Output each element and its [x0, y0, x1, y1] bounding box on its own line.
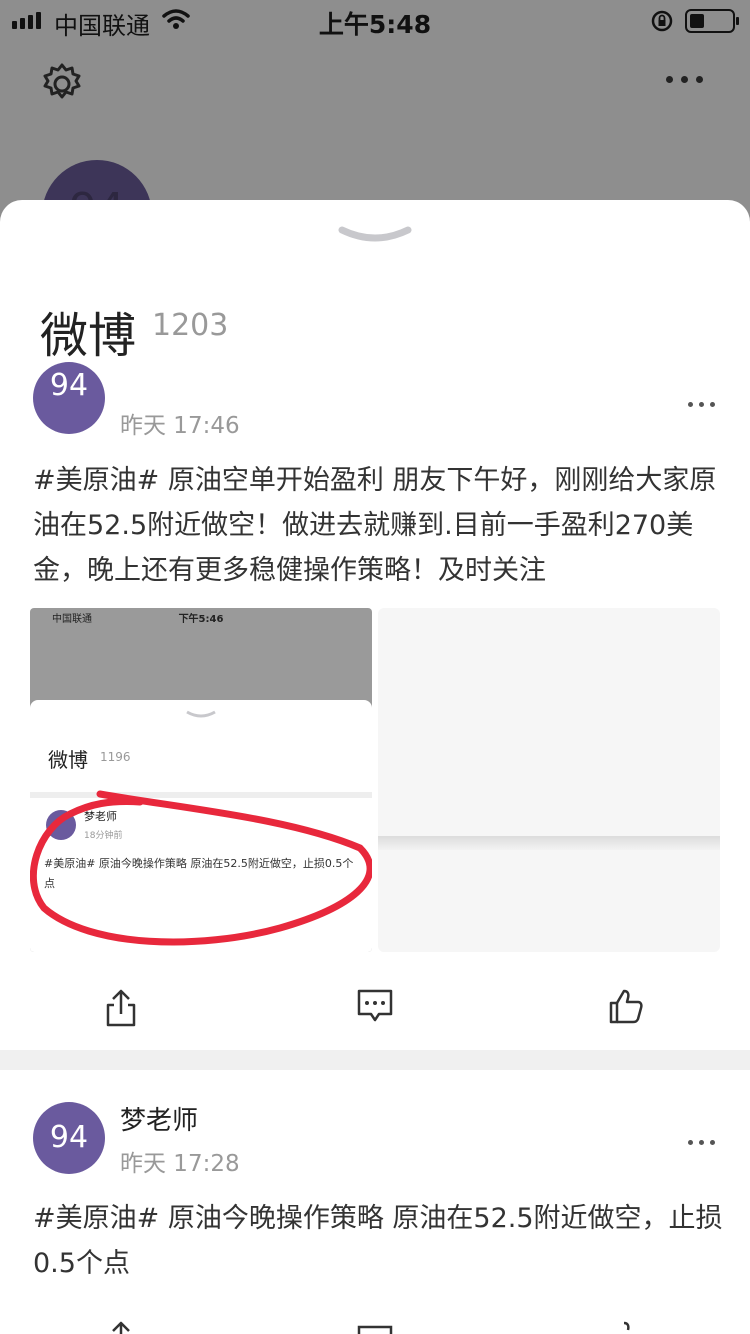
- avatar[interactable]: 94: [33, 1102, 105, 1174]
- rotation-lock-icon: [651, 10, 673, 32]
- like-icon[interactable]: [608, 1320, 644, 1334]
- status-bar: 中国联通 上午5:48: [0, 0, 750, 40]
- comment-icon[interactable]: [356, 1324, 394, 1334]
- settings-gear-icon[interactable]: [40, 62, 84, 106]
- sheet-title: 微博: [40, 308, 137, 364]
- weibo-sheet: 微博 1203 94 昨天 17:46 #美原油# 原油空单开始盈利 朋友下午好…: [0, 200, 750, 1334]
- post-text: #美原油# 原油空单开始盈利 朋友下午好，刚刚给大家原油在52.5附近做空！做进…: [33, 465, 717, 586]
- share-icon[interactable]: [104, 1320, 138, 1334]
- post-actions: [0, 970, 750, 1050]
- battery-icon: [685, 9, 739, 33]
- post-actions: [0, 1300, 750, 1334]
- more-icon[interactable]: [666, 76, 703, 83]
- share-icon[interactable]: [104, 988, 138, 1028]
- comment-icon[interactable]: [356, 988, 394, 1024]
- post-divider: [0, 1050, 750, 1070]
- post-time: 昨天 17:28: [120, 1151, 240, 1177]
- post-author[interactable]: 梦老师: [120, 1100, 198, 1137]
- chevron-down-icon[interactable]: [338, 224, 412, 248]
- post-image-blank[interactable]: [378, 608, 720, 952]
- post-text: #美原油# 原油今晚操作策略 原油在52.5附近做空，止损0.5个点: [33, 1203, 723, 1279]
- sheet-count: 1203: [152, 308, 229, 343]
- more-icon[interactable]: [688, 402, 715, 407]
- more-icon[interactable]: [688, 1140, 715, 1145]
- like-icon[interactable]: [608, 988, 644, 1024]
- post-time: 昨天 17:46: [120, 413, 240, 439]
- post-image-screenshot[interactable]: 中国联通 下午5:46 微博 1196 梦老师 18分钟前 #美原油# 原油今晚…: [30, 608, 372, 952]
- avatar[interactable]: 94: [33, 362, 105, 434]
- status-time: 上午5:48: [318, 10, 432, 39]
- red-circle-annotation: [30, 790, 372, 946]
